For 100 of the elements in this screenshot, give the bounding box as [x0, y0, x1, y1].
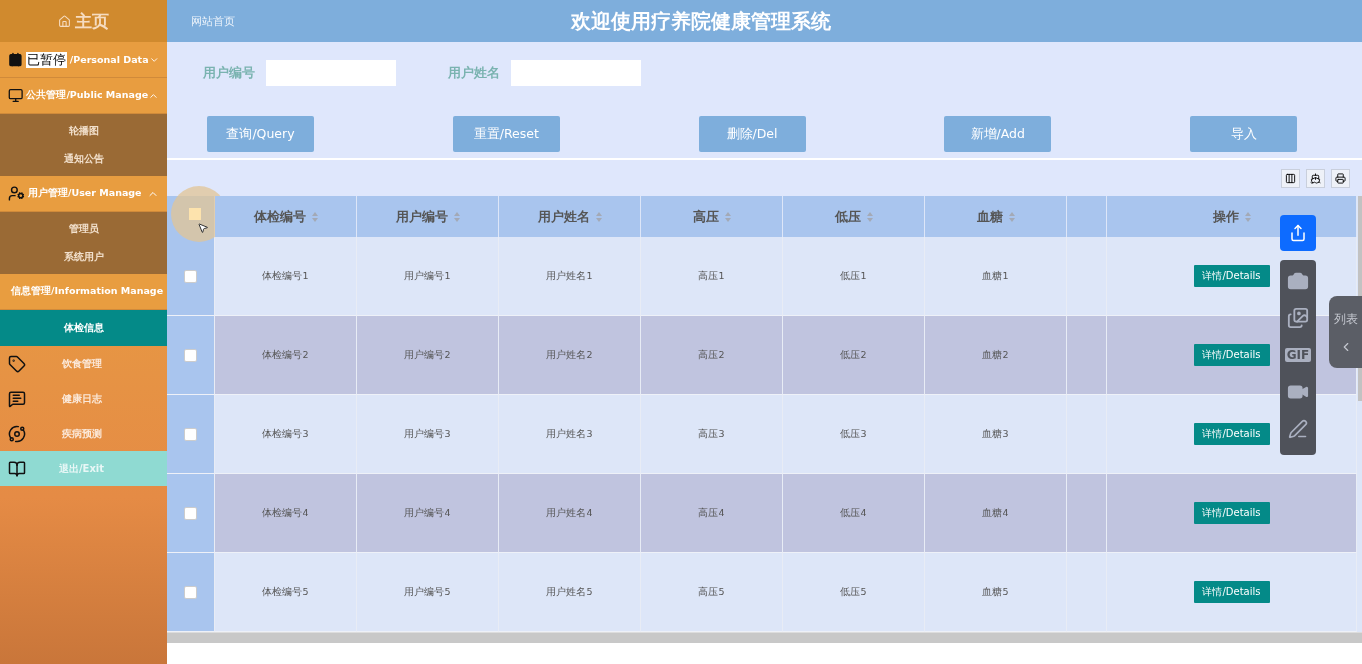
- paused-overlay: 已暂停: [25, 51, 67, 68]
- details-button[interactable]: 详情/Details: [1193, 581, 1270, 603]
- menu-icon: [8, 51, 23, 68]
- table-cell: 用户编号4: [357, 474, 499, 553]
- table-cell: 用户姓名2: [499, 316, 641, 395]
- table-cell: 低压5: [783, 553, 925, 632]
- table-cell: 体检编号3: [215, 395, 357, 474]
- action-button[interactable]: 删除/Del: [698, 116, 806, 152]
- details-button[interactable]: 详情/Details: [1193, 344, 1270, 366]
- menu-icon: [8, 459, 26, 478]
- menu-group[interactable]: 公共管理/Public Manage: [0, 78, 167, 114]
- submenu-item[interactable]: 轮播图: [0, 117, 167, 145]
- table-cell: 用户编号1: [357, 237, 499, 316]
- menu-item[interactable]: 健康日志: [0, 381, 167, 416]
- menu-group[interactable]: 信息管理/Information Manage: [0, 274, 167, 310]
- table-cell: 血糖5: [925, 553, 1067, 632]
- print-button[interactable]: [1331, 168, 1350, 188]
- table-cell: 高压4: [641, 474, 783, 553]
- select-all-checkbox[interactable]: [189, 208, 201, 220]
- row-checkbox[interactable]: [184, 506, 197, 520]
- share-button[interactable]: [1280, 215, 1316, 251]
- column-header: 体检编号: [253, 207, 306, 226]
- action-button[interactable]: 查询/Query: [207, 116, 314, 152]
- table-cell: 高压3: [641, 395, 783, 474]
- table-cell: 高压2: [641, 316, 783, 395]
- table-cell: 低压2: [783, 316, 925, 395]
- sort-icon[interactable]: [1244, 211, 1251, 222]
- sort-icon[interactable]: [866, 211, 873, 222]
- submenu-item[interactable]: 通知公告: [0, 145, 167, 173]
- column-header: 低压: [834, 207, 861, 226]
- field-label: 用户姓名: [448, 64, 500, 82]
- side-tab[interactable]: 列表: [1329, 296, 1362, 368]
- column-header: 用户编号: [395, 207, 448, 226]
- action-button[interactable]: 重置/Reset: [452, 116, 560, 152]
- submenu-item[interactable]: 系统用户: [0, 243, 167, 271]
- table-cell: 低压1: [783, 237, 925, 316]
- menu-icon: [8, 87, 24, 104]
- table-cell: 用户姓名3: [499, 395, 641, 474]
- ship-icon: [1310, 172, 1321, 184]
- menu-item[interactable]: 饮食管理: [0, 346, 167, 381]
- menu-group[interactable]: 用户管理/User Manage: [0, 176, 167, 212]
- home-link[interactable]: 主页: [0, 0, 167, 42]
- cursor-icon: [197, 222, 209, 234]
- column-header: 用户姓名: [537, 207, 590, 226]
- menu-group[interactable]: 已暂停 /Personal Data: [0, 42, 167, 78]
- search-field[interactable]: [266, 60, 396, 86]
- menu-group-label: /Personal Data: [69, 54, 149, 65]
- table-cell: 体检编号1: [215, 237, 357, 316]
- table-cell: 低压3: [783, 395, 925, 474]
- table-cell: 用户姓名4: [499, 474, 641, 553]
- menu-item[interactable]: 疾病预测: [0, 416, 167, 451]
- action-button[interactable]: 新增/Add: [944, 116, 1052, 152]
- sort-icon[interactable]: [453, 211, 460, 222]
- export-button[interactable]: [1306, 168, 1325, 188]
- scrollbar[interactable]: [167, 632, 1362, 643]
- sort-icon[interactable]: [311, 211, 318, 222]
- sort-icon[interactable]: [1008, 211, 1015, 222]
- page-title: 欢迎使用疗养院健康管理系统: [571, 7, 831, 35]
- exit-item[interactable]: 退出/Exit: [0, 451, 167, 486]
- row-checkbox[interactable]: [184, 269, 197, 283]
- table-cell: 用户姓名1: [499, 237, 641, 316]
- table-cell: 体检编号5: [215, 553, 357, 632]
- search-field[interactable]: [511, 60, 641, 86]
- breadcrumb-link[interactable]: 网站首页: [191, 13, 571, 29]
- table-cell: 高压5: [641, 553, 783, 632]
- menu-icon: [8, 389, 26, 408]
- table-cell: 用户编号2: [357, 316, 499, 395]
- table-cell: 用户姓名5: [499, 553, 641, 632]
- share-icon: [1289, 224, 1307, 242]
- column-header: 高压: [692, 207, 719, 226]
- print-icon: [1335, 172, 1346, 184]
- table-cell: 高压1: [641, 237, 783, 316]
- menu-group-label: 信息管理/Information Manage: [11, 285, 164, 298]
- column-header: 操作: [1212, 207, 1239, 226]
- row-checkbox[interactable]: [184, 427, 197, 441]
- details-button[interactable]: 详情/Details: [1193, 502, 1270, 524]
- menu-icon: [8, 185, 25, 202]
- row-checkbox[interactable]: [184, 585, 197, 599]
- details-button[interactable]: 详情/Details: [1193, 423, 1270, 445]
- field-label: 用户编号: [203, 64, 255, 82]
- submenu-item[interactable]: 体检信息: [0, 310, 167, 346]
- sort-icon[interactable]: [724, 211, 731, 222]
- table-cell: 血糖2: [925, 316, 1067, 395]
- menu-icon: [8, 354, 26, 373]
- table-cell: 体检编号4: [215, 474, 357, 553]
- columns-icon: [1285, 172, 1296, 184]
- menu-group-label: 用户管理/User Manage: [28, 187, 143, 200]
- table-cell: 低压4: [783, 474, 925, 553]
- table-cell: 血糖3: [925, 395, 1067, 474]
- table-cell: 用户编号3: [357, 395, 499, 474]
- sort-icon[interactable]: [595, 211, 602, 222]
- table-cell: 用户编号5: [357, 553, 499, 632]
- menu-icon: [8, 424, 26, 443]
- submenu-item[interactable]: 管理员: [0, 215, 167, 243]
- details-button[interactable]: 详情/Details: [1193, 265, 1270, 287]
- table-cell: 血糖4: [925, 474, 1067, 553]
- action-button[interactable]: 导入: [1190, 116, 1297, 152]
- columns-button[interactable]: [1281, 168, 1300, 188]
- table-cell: 体检编号2: [215, 316, 357, 395]
- row-checkbox[interactable]: [184, 348, 197, 362]
